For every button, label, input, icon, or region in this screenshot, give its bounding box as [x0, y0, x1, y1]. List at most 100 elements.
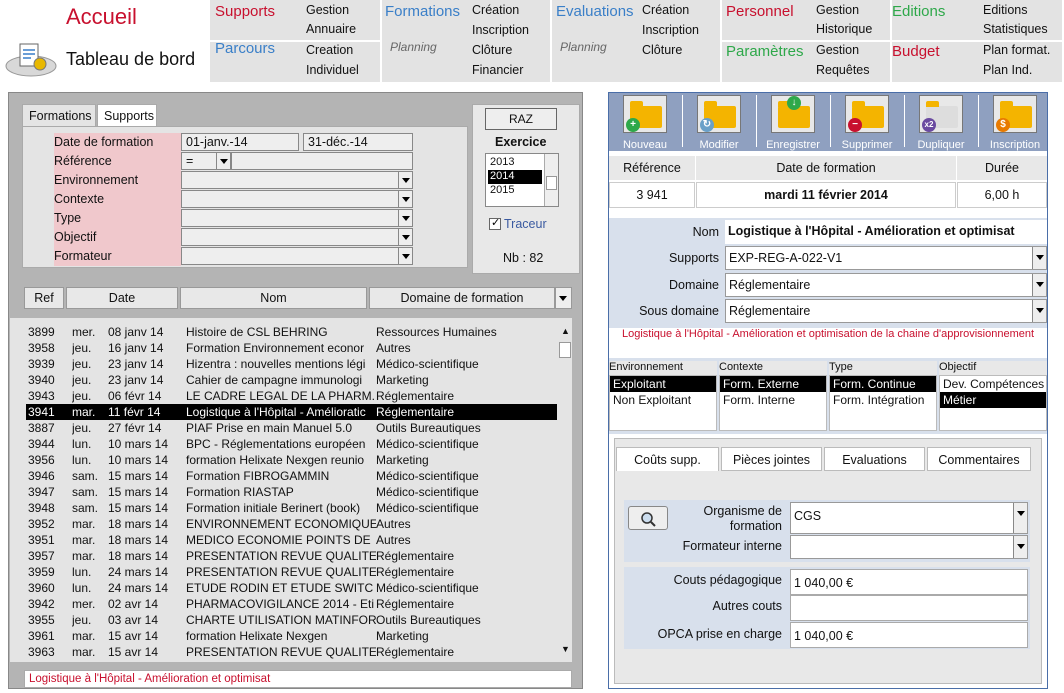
list-item[interactable]: Dev. Compétences	[940, 376, 1046, 392]
accueil-link[interactable]: Accueil	[66, 4, 137, 30]
environnement-list[interactable]: Exploitant Non Exploitant	[609, 375, 717, 431]
menu-supports-individuel[interactable]: Individuel	[306, 60, 359, 80]
col-domaine-header[interactable]: Domaine de formation	[369, 287, 555, 309]
menu-formations-planning[interactable]: Planning	[390, 40, 437, 54]
scroll-down-icon[interactable]: ▼	[561, 644, 570, 654]
list-item[interactable]: Form. Intégration	[830, 392, 936, 408]
checkbox-checked-icon[interactable]	[489, 216, 501, 230]
grid-scrollbar[interactable]: ▲ ▼	[558, 324, 572, 656]
supprimer-button[interactable]: − Supprimer	[831, 95, 903, 151]
table-row[interactable]: 3961 mar. 15 avr 14 formation Helixate Nexg…	[26, 628, 557, 644]
table-row[interactable]: 3956 lun. 10 mars 14 formation Helixate Nex…	[26, 452, 557, 468]
col-ref-header[interactable]: Ref	[24, 287, 64, 309]
modifier-button[interactable]: ↻ Modifier	[683, 95, 755, 151]
list-item[interactable]: Form. Interne	[720, 392, 826, 408]
tab-commentaires[interactable]: Commentaires	[927, 447, 1031, 471]
list-item[interactable]: Exploitant	[610, 376, 716, 392]
table-row[interactable]: 3939 jeu. 23 janv 14 Hizentra : nouvelles m…	[26, 356, 557, 372]
date-from-input[interactable]: 01-janv.-14	[181, 133, 299, 151]
contexte-select[interactable]	[181, 190, 413, 208]
menu-supports-annuaire[interactable]: Annuaire	[306, 19, 356, 39]
table-row[interactable]: 3957 mar. 18 mars 14 PRESENTATION REVUE QUA…	[26, 548, 557, 564]
date-to-input[interactable]: 31-déc.-14	[303, 133, 413, 151]
table-row[interactable]: 3951 mar. 18 mars 14 MEDICO ECONOMIE POINTS…	[26, 532, 557, 548]
menu-editions-editions[interactable]: Editions	[983, 0, 1027, 20]
table-row[interactable]: 3943 jeu. 06 févr 14 LE CADRE LEGAL DE LA P…	[26, 388, 557, 404]
table-row[interactable]: 3955 jeu. 03 avr 14 CHARTE UTILISATION MATI…	[26, 612, 557, 628]
reference-input[interactable]	[231, 152, 413, 170]
menu-evaluations-title[interactable]: Evaluations	[556, 3, 634, 20]
exercice-year-list[interactable]: 2013 2014 2015	[485, 153, 559, 207]
chevron-down-icon[interactable]	[1013, 503, 1027, 533]
domaine-filter-dropdown[interactable]	[555, 287, 572, 309]
chevron-down-icon[interactable]	[398, 210, 412, 226]
year-item-selected[interactable]: 2014	[488, 170, 542, 184]
chevron-down-icon[interactable]	[1032, 274, 1046, 296]
tab-pieces-jointes[interactable]: Pièces jointes	[721, 447, 822, 471]
menu-supports-title[interactable]: Supports	[215, 3, 275, 20]
nouveau-button[interactable]: + Nouveau	[609, 95, 681, 151]
menu-budget-title[interactable]: Budget	[892, 43, 940, 60]
table-row[interactable]: 3941 mar. 11 févr 14 Logistique à l'Hôpital…	[26, 404, 557, 420]
traceur-checkbox[interactable]: Traceur	[489, 216, 547, 231]
table-row[interactable]: 3958 jeu. 16 janv 14 Formation Environnemen…	[26, 340, 557, 356]
chevron-down-icon[interactable]	[398, 248, 412, 264]
tab-supports[interactable]: Supports	[97, 104, 157, 127]
chevron-down-icon[interactable]	[398, 172, 412, 188]
tab-evaluations[interactable]: Evaluations	[824, 447, 925, 471]
menu-formations-inscription[interactable]: Inscription	[472, 20, 529, 40]
chevron-down-icon[interactable]	[398, 191, 412, 207]
year-item[interactable]: 2013	[488, 156, 542, 170]
menu-evaluations-cloture[interactable]: Clôture	[642, 40, 682, 60]
menu-formations-financier[interactable]: Financier	[472, 60, 523, 80]
list-item[interactable]: Form. Continue	[830, 376, 936, 392]
table-row[interactable]: 3963 mar. 15 avr 14 PRESENTATION REVUE QUAL…	[26, 644, 557, 660]
table-row[interactable]: 3899 mer. 08 janv 14 Histoire de CSL BEHRIN…	[26, 324, 557, 340]
menu-formations-title[interactable]: Formations	[385, 3, 460, 20]
menu-personnel-title[interactable]: Personnel	[726, 3, 794, 20]
inscription-button[interactable]: $ Inscription	[979, 95, 1051, 151]
search-organisme-button[interactable]	[628, 506, 668, 530]
environnement-select[interactable]	[181, 171, 413, 189]
menu-parametres-gestion[interactable]: Gestion	[816, 40, 859, 60]
list-item[interactable]: Non Exploitant	[610, 392, 716, 408]
menu-parcours-title[interactable]: Parcours	[215, 40, 275, 57]
chevron-down-icon[interactable]	[1032, 300, 1046, 322]
nom-input[interactable]: Logistique à l'Hôpital - Amélioration et…	[725, 220, 1047, 244]
table-row[interactable]: 3948 sam. 15 mars 14 Formation initiale Ber…	[26, 500, 557, 516]
table-row[interactable]: 3952 mar. 18 mars 14 ENVIRONNEMENT ECONOMIQ…	[26, 516, 557, 532]
year-item[interactable]: 2015	[488, 184, 542, 198]
chevron-down-icon[interactable]	[1032, 247, 1046, 269]
chevron-down-icon[interactable]	[216, 153, 230, 169]
objectif-select[interactable]	[181, 228, 413, 246]
tab-couts-supp[interactable]: Coûts supp.	[616, 447, 719, 471]
menu-personnel-gestion[interactable]: Gestion	[816, 0, 859, 20]
reference-operator-select[interactable]: =	[181, 152, 231, 170]
type-list[interactable]: Form. Continue Form. Intégration	[829, 375, 937, 431]
table-row[interactable]: 3887 jeu. 27 févr 14 PIAF Prise en main Man…	[26, 420, 557, 436]
sous-domaine-select[interactable]: Réglementaire	[725, 299, 1047, 323]
table-row[interactable]: 3947 sam. 15 mars 14 Formation RIASTAP Médic…	[26, 484, 557, 500]
col-nom-header[interactable]: Nom	[180, 287, 367, 309]
list-item[interactable]: Métier	[940, 392, 1046, 408]
scroll-thumb[interactable]	[559, 342, 571, 358]
objectif-list[interactable]: Dev. Compétences Métier	[939, 375, 1047, 431]
enregistrer-button[interactable]: ↓ Enregistrer	[757, 95, 829, 151]
autres-couts-input[interactable]	[790, 595, 1028, 621]
dupliquer-button[interactable]: x2 Dupliquer	[905, 95, 977, 151]
menu-personnel-historique[interactable]: Historique	[816, 19, 872, 39]
menu-parametres-title[interactable]: Paramètres	[726, 43, 804, 60]
formateur-interne-select[interactable]	[790, 535, 1028, 559]
tab-formations[interactable]: Formations	[22, 104, 96, 127]
couts-pedagogique-input[interactable]: 1 040,00 €	[790, 569, 1028, 595]
table-row[interactable]: 3944 lun. 10 mars 14 BPC - Réglementations …	[26, 436, 557, 452]
opca-input[interactable]: 1 040,00 €	[790, 622, 1028, 648]
table-row[interactable]: 3959 lun. 24 mars 14 PRESENTATION REVUE QUA…	[26, 564, 557, 580]
menu-editions-title[interactable]: Editions	[892, 3, 945, 20]
menu-evaluations-inscription[interactable]: Inscription	[642, 20, 699, 40]
menu-supports-creation[interactable]: Creation	[306, 40, 353, 60]
menu-parametres-requetes[interactable]: Requêtes	[816, 60, 870, 80]
supports-select[interactable]: EXP-REG-A-022-V1	[725, 246, 1047, 270]
table-row[interactable]: 3960 lun. 24 mars 14 ETUDE RODIN ET ETUDE S…	[26, 580, 557, 596]
menu-formations-cloture[interactable]: Clôture	[472, 40, 512, 60]
